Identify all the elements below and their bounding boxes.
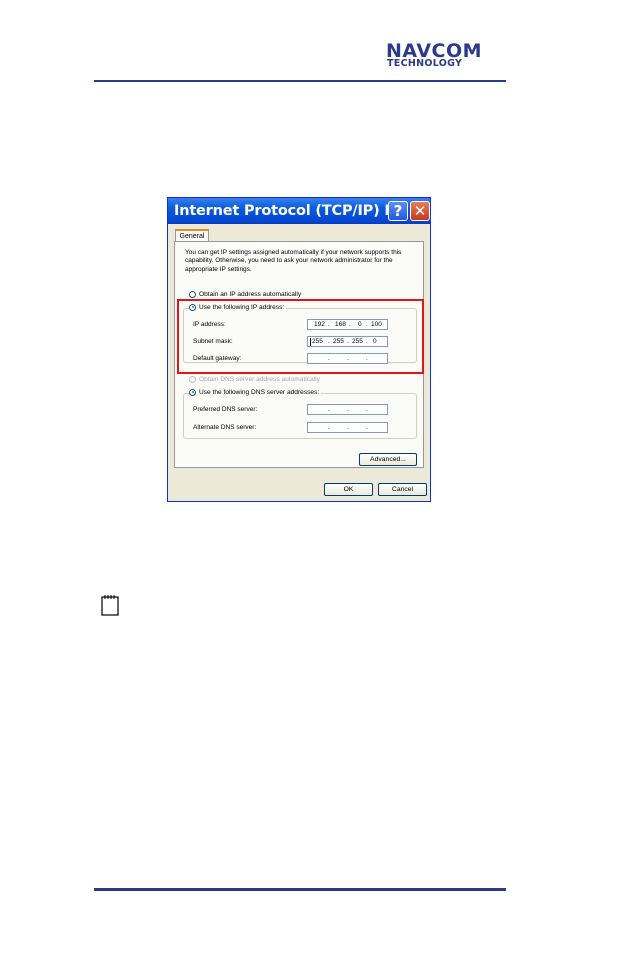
help-button[interactable]: ? — [388, 201, 408, 221]
radio-off-icon — [189, 290, 196, 298]
radio-obtain-dns-automatically[interactable]: Obtain DNS server address automatically — [189, 375, 320, 384]
navcom-logo: NAVCOM TECHNOLOGY — [386, 41, 508, 69]
radio-auto-ip-label: Obtain an IP address automatically — [199, 291, 302, 298]
radio-on-icon — [189, 388, 196, 396]
radio-auto-dns-label: Obtain DNS server address automatically — [199, 376, 320, 383]
alternate-dns-field[interactable]: . . . — [307, 422, 388, 433]
dialog-titlebar[interactable]: Internet Protocol (TCP/IP) P... ? ✕ — [168, 198, 430, 224]
ok-button[interactable]: OK — [324, 483, 373, 496]
notepad-icon — [101, 594, 121, 616]
alternate-dns-label: Alternate DNS server: — [193, 424, 257, 431]
dialog-title: Internet Protocol (TCP/IP) P... — [174, 203, 409, 219]
header-rule — [94, 80, 506, 82]
preferred-dns-field[interactable]: . . . — [307, 404, 388, 415]
radio-static-dns-label: Use the following DNS server addresses: — [199, 389, 320, 396]
close-button[interactable]: ✕ — [410, 201, 430, 221]
advanced-button[interactable]: Advanced... — [359, 453, 417, 466]
radio-use-following-dns[interactable]: Use the following DNS server addresses: — [189, 388, 322, 397]
footer-rule — [94, 888, 506, 891]
intro-text: You can get IP settings assigned automat… — [185, 249, 402, 273]
preferred-dns-label: Preferred DNS server: — [193, 406, 258, 413]
radio-disabled-icon — [189, 375, 196, 383]
radio-obtain-ip-automatically[interactable]: Obtain an IP address automatically — [189, 290, 301, 299]
static-ip-highlight-box — [177, 299, 424, 374]
logo-line2: TECHNOLOGY — [387, 58, 463, 69]
cancel-button[interactable]: Cancel — [378, 483, 427, 496]
